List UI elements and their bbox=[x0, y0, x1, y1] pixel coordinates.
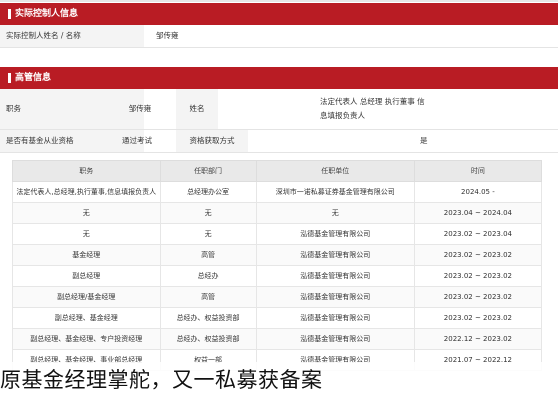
cell-employer: 泓德基金管理有限公司 bbox=[255, 244, 415, 266]
cell-duty: 副总经理、基金经理、专户投资经理 bbox=[12, 328, 161, 350]
table-row: 基金经理 高管 泓德基金管理有限公司 2023.02 ~ 2023.02 bbox=[12, 244, 543, 266]
cell-employer: 泓德基金管理有限公司 bbox=[255, 328, 415, 350]
cell-time: 2023.02 ~ 2023.04 bbox=[413, 223, 543, 245]
table-row: 副总经理、基金经理、专户投资经理 总经办、权益投资部 泓德基金管理有限公司 20… bbox=[12, 328, 543, 350]
cell-department: 高管 bbox=[159, 286, 257, 308]
exec-row-qualification: 是否有基金从业资格 是 资格获取方式 通过考试 bbox=[0, 130, 558, 153]
cell-time: 2023.02 ~ 2023.02 bbox=[413, 265, 543, 287]
method-value: 通过考试 bbox=[122, 136, 152, 145]
table-row: 无 无 无 2023.04 ~ 2024.04 bbox=[12, 202, 543, 224]
controller-section-header: 实际控制人信息 bbox=[0, 3, 558, 25]
cell-employer: 无 bbox=[255, 202, 415, 224]
cell-time: 2022.12 ~ 2023.02 bbox=[413, 328, 543, 350]
cell-department: 总经办、权益投资部 bbox=[159, 328, 257, 350]
position-value: 法定代表人 总经理 执行董事 信息填报负责人 bbox=[320, 97, 425, 120]
cell-department: 总经办、权益投资部 bbox=[159, 307, 257, 329]
cell-duty: 无 bbox=[12, 223, 161, 245]
cell-employer: 深圳市一诺私募证券基金管理有限公司 bbox=[255, 181, 415, 203]
header-time: 时间 bbox=[413, 160, 543, 182]
cell-time: 2024.05 - bbox=[413, 181, 543, 203]
cell-department: 总经理办公室 bbox=[159, 181, 257, 203]
cell-duty: 副总经理/基金经理 bbox=[12, 286, 161, 308]
table-row: 副总经理/基金经理 高管 泓德基金管理有限公司 2023.02 ~ 2023.0… bbox=[12, 286, 543, 308]
exec-section-title: 高管信息 bbox=[15, 73, 52, 83]
controller-value: 邹传雍 bbox=[156, 31, 179, 40]
cell-department: 高管 bbox=[159, 244, 257, 266]
controller-row: 实际控制人姓名 / 名称 邹传雍 bbox=[0, 25, 558, 48]
table-row: 无 无 泓德基金管理有限公司 2023.02 ~ 2023.04 bbox=[12, 223, 543, 245]
name-value: 邹传雍 bbox=[128, 104, 152, 113]
name-label: 姓名 bbox=[176, 89, 218, 129]
cell-department: 总经办 bbox=[159, 265, 257, 287]
method-label: 资格获取方式 bbox=[176, 130, 248, 152]
exec-row-position: 职务 法定代表人 总经理 执行董事 信息填报负责人 姓名 邹传雍 bbox=[0, 89, 558, 130]
cell-employer: 泓德基金管理有限公司 bbox=[255, 265, 415, 287]
header-department: 任职部门 bbox=[159, 160, 257, 182]
cell-employer: 泓德基金管理有限公司 bbox=[255, 307, 415, 329]
header-duty: 职务 bbox=[12, 160, 161, 182]
career-table: 职务 任职部门 任职单位 时间 法定代表人,总经理,执行董事,信息填报负责人 总… bbox=[12, 160, 543, 371]
table-row: 法定代表人,总经理,执行董事,信息填报负责人 总经理办公室 深圳市一诺私募证券基… bbox=[12, 181, 543, 203]
cell-duty: 无 bbox=[12, 202, 161, 224]
cell-employer: 泓德基金管理有限公司 bbox=[255, 223, 415, 245]
cell-time: 2023.02 ~ 2023.02 bbox=[413, 244, 543, 266]
cell-duty: 副总经理 bbox=[12, 265, 161, 287]
cell-department: 无 bbox=[159, 202, 257, 224]
exec-section-header: 高管信息 bbox=[0, 67, 558, 89]
controller-section-title: 实际控制人信息 bbox=[15, 9, 79, 19]
cell-time: 2023.02 ~ 2023.02 bbox=[413, 307, 543, 329]
cell-duty: 基金经理 bbox=[12, 244, 161, 266]
cell-duty: 法定代表人,总经理,执行董事,信息填报负责人 bbox=[12, 181, 161, 203]
headline-caption: 原基金经理掌舵，又一私募获备案 bbox=[0, 368, 323, 392]
cell-time: 2023.02 ~ 2023.02 bbox=[413, 286, 543, 308]
career-table-header: 职务 任职部门 任职单位 时间 bbox=[12, 160, 543, 182]
table-row: 副总经理 总经办 泓德基金管理有限公司 2023.02 ~ 2023.02 bbox=[12, 265, 543, 287]
table-row: 副总经理、基金经理 总经办、权益投资部 泓德基金管理有限公司 2023.02 ~… bbox=[12, 307, 543, 329]
cell-duty: 副总经理、基金经理 bbox=[12, 307, 161, 329]
qualification-value: 是 bbox=[420, 136, 428, 145]
header-employer: 任职单位 bbox=[255, 160, 415, 182]
section-marker bbox=[8, 72, 11, 83]
controller-label: 实际控制人姓名 / 名称 bbox=[0, 25, 144, 47]
cell-time: 2023.04 ~ 2024.04 bbox=[413, 202, 543, 224]
top-rule bbox=[0, 0, 558, 2]
cell-employer: 泓德基金管理有限公司 bbox=[255, 286, 415, 308]
section-marker bbox=[8, 8, 11, 19]
cell-department: 无 bbox=[159, 223, 257, 245]
